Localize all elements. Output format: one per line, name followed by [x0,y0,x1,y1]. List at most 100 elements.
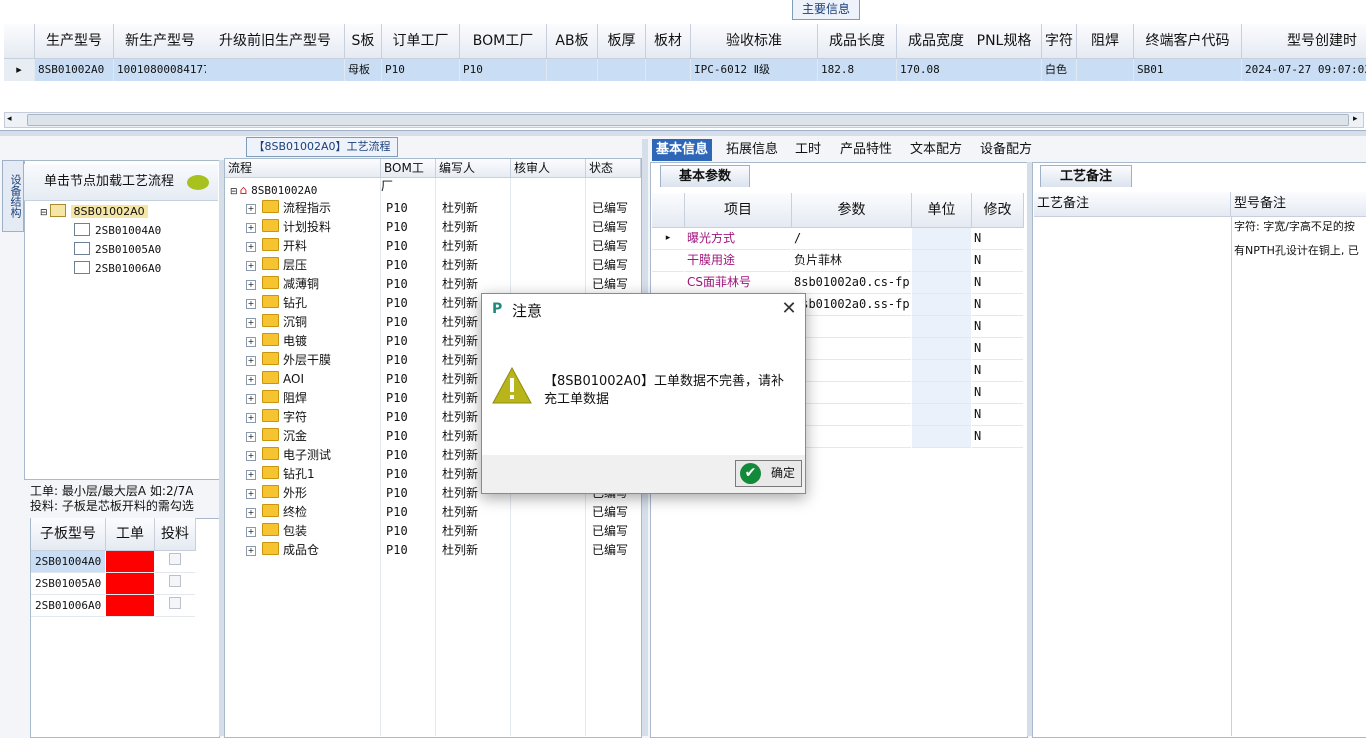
top-col-header[interactable]: S板 [345,24,382,59]
process-step-node[interactable]: + 计划投料 [246,218,331,237]
top-row-cell[interactable]: P10 [382,59,460,81]
top-col-header[interactable]: AB板 [547,24,598,59]
process-step-node[interactable]: + 字符 [246,408,307,427]
close-icon[interactable]: ✕ [778,298,800,320]
basic-item-cell[interactable]: 曝光方式 [685,228,791,250]
basic-row-indicator[interactable] [652,272,684,294]
expand-icon[interactable]: + [246,299,256,309]
dialog-titlebar[interactable]: P 注意 ✕ [482,294,805,325]
top-col-header[interactable]: 成品宽度 [897,24,976,59]
basic-col-header[interactable]: 项目 [685,193,792,228]
process-step-node[interactable]: + 沉铜 [246,313,307,332]
top-col-header[interactable]: 升级前旧生产型号 [206,24,345,59]
basic-param-cell[interactable] [792,404,911,426]
process-step-node[interactable]: + 减薄铜 [246,275,319,294]
work-order-cell-error[interactable] [106,551,154,573]
basic-param-cell[interactable] [792,382,911,404]
basic-flag-cell[interactable]: N [972,294,1023,316]
tab-3[interactable]: 产品特性 [836,139,896,161]
basic-unit-cell[interactable] [912,294,971,316]
side-tab-device-structure[interactable]: 设备结构 [2,160,24,232]
sub-model-cell[interactable]: 2SB01004A0 [31,551,105,573]
sub-model-cell[interactable]: 2SB01005A0 [31,573,105,595]
sub-col-header[interactable]: 子板型号 [31,518,106,551]
process-step-node[interactable]: + 钻孔 [246,294,307,313]
tree-node-child[interactable]: 2SB01006A0 [74,261,161,277]
basic-flag-cell[interactable]: N [972,382,1023,404]
top-row-cell[interactable]: 170.08 [897,59,976,81]
basic-flag-cell[interactable]: N [972,272,1023,294]
top-row-cell[interactable]: 白色 [1042,59,1077,81]
expand-icon[interactable]: + [246,527,256,537]
top-col-header[interactable]: 成品长度 [818,24,897,59]
basic-param-cell[interactable] [792,360,911,382]
top-row-cell[interactable]: IPC-6012 Ⅱ级 [691,59,818,81]
process-step-node[interactable]: + 包装 [246,522,307,541]
basic-row-indicator[interactable]: ▸ [652,228,684,250]
process-step-node[interactable]: + 电镀 [246,332,307,351]
expand-icon[interactable]: + [246,204,256,214]
expand-icon[interactable]: + [246,337,256,347]
basic-unit-cell[interactable] [912,316,971,338]
expand-icon[interactable]: + [246,356,256,366]
expand-icon[interactable]: + [246,470,256,480]
top-row-cell[interactable] [206,59,345,81]
process-step-node[interactable]: + 阻焊 [246,389,307,408]
top-row-cell[interactable]: SB01 [1134,59,1242,81]
basic-param-cell[interactable]: 负片菲林 [792,250,911,272]
feed-checkbox-cell[interactable] [155,595,195,617]
process-step-node[interactable]: + 外层干膜 [246,351,331,370]
process-step-node[interactable]: + 开料 [246,237,307,256]
work-order-cell-error[interactable] [106,595,154,617]
row-indicator[interactable]: ▸ [4,59,35,81]
sub-model-cell[interactable]: 2SB01006A0 [31,595,105,617]
top-col-header[interactable]: 板材 [646,24,691,59]
process-step-node[interactable]: + 沉金 [246,427,307,446]
basic-param-cell[interactable]: / [792,228,911,250]
expand-icon[interactable]: + [246,261,256,271]
process-col-header[interactable]: 核审人 [511,159,586,178]
process-step-node[interactable]: + 钻孔1 [246,465,315,484]
basic-flag-cell[interactable]: N [972,250,1023,272]
basic-unit-cell[interactable] [912,404,971,426]
top-row-cell[interactable]: 母板 [345,59,382,81]
expand-icon[interactable]: + [246,223,256,233]
basic-flag-cell[interactable]: N [972,228,1023,250]
work-order-cell-error[interactable] [106,573,154,595]
basic-param-cell[interactable] [792,426,911,448]
process-col-header[interactable]: 编写人 [436,159,511,178]
scroll-right-icon[interactable]: ▸ [1353,114,1358,124]
comment-bubble-icon[interactable] [187,175,209,190]
tab-4[interactable]: 文本配方 [906,139,966,161]
horizontal-splitter[interactable] [0,131,1366,136]
collapse-icon[interactable]: ⊟ [230,187,238,197]
expand-icon[interactable]: + [246,375,256,385]
expand-icon[interactable]: + [246,413,256,423]
basic-unit-cell[interactable] [912,338,971,360]
top-col-header[interactable]: 订单工厂 [382,24,460,59]
process-step-node[interactable]: + 流程指示 [246,199,331,218]
basic-unit-cell[interactable] [912,250,971,272]
expand-icon[interactable]: + [246,242,256,252]
basic-param-cell[interactable] [792,316,911,338]
expand-icon[interactable]: + [246,318,256,328]
basic-param-cell[interactable]: 8sb01002a0.ss-fp... [792,294,911,316]
basic-param-cell[interactable] [792,338,911,360]
process-step-node[interactable]: + 电子测试 [246,446,331,465]
process-step-node[interactable]: + 层压 [246,256,307,275]
process-col-header[interactable]: BOM工厂 [381,159,436,193]
expand-icon[interactable]: + [246,508,256,518]
top-col-header[interactable]: BOM工厂 [460,24,547,59]
process-col-header[interactable]: 状态 [586,159,641,178]
tree-node-child[interactable]: 2SB01004A0 [74,223,161,239]
feed-checkbox[interactable] [169,575,181,587]
sub-col-header[interactable]: 工单 [106,518,155,551]
expand-icon[interactable]: + [246,432,256,442]
top-col-header[interactable]: 板厚 [598,24,646,59]
basic-col-header[interactable]: 修改 [972,193,1024,228]
basic-row-indicator[interactable] [652,250,684,272]
horizontal-scrollbar[interactable]: ◂ ▸ [4,112,1364,128]
process-step-node[interactable]: + 成品仓 [246,541,319,560]
top-row-cell[interactable]: 2024-07-27 09:07:03 [1242,59,1366,81]
expand-icon[interactable]: + [246,489,256,499]
